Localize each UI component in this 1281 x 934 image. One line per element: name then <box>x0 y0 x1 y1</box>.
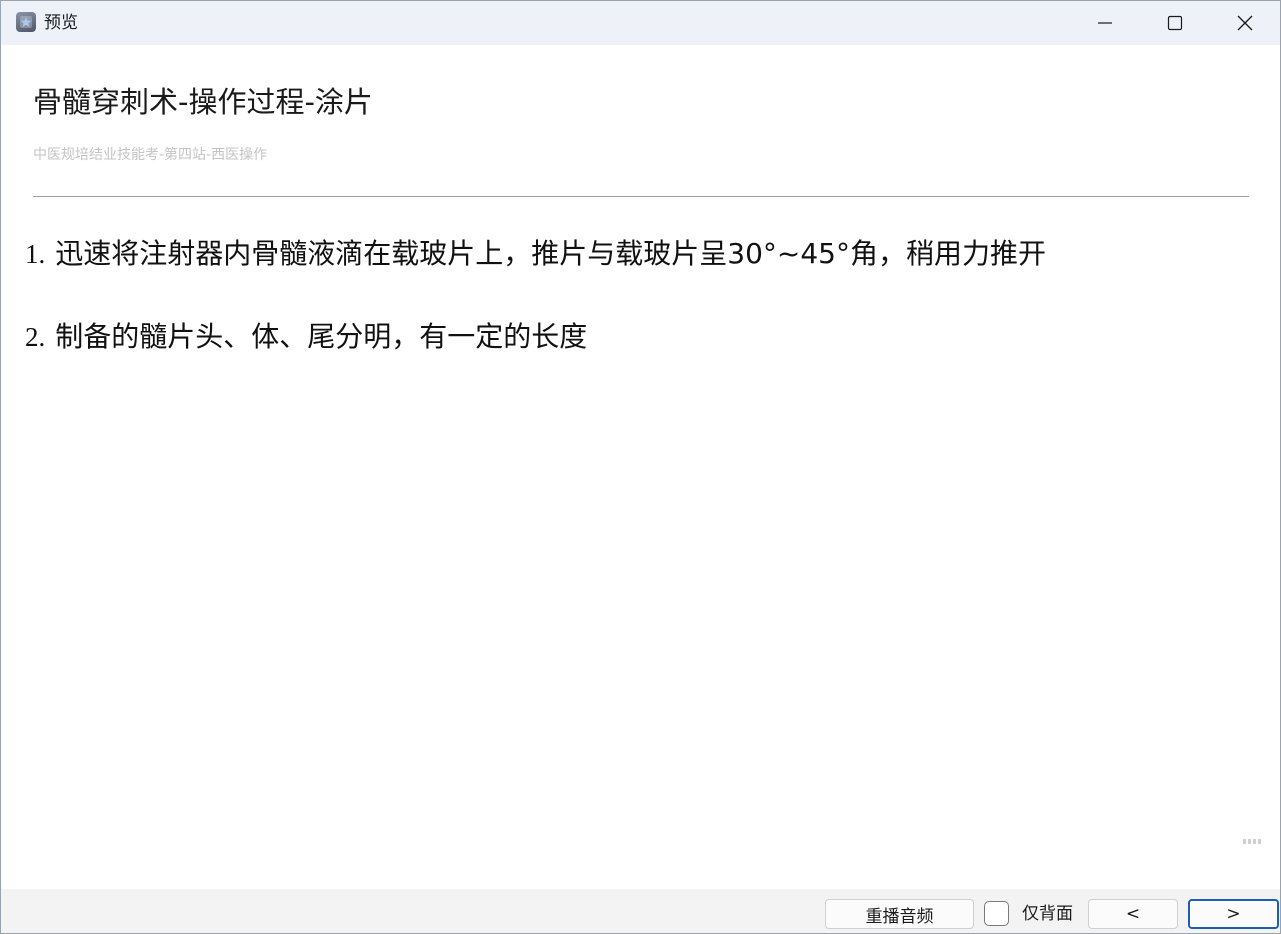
maximize-button[interactable] <box>1140 1 1210 45</box>
next-button[interactable]: > <box>1188 899 1279 929</box>
step-text: 迅速将注射器内骨髓液滴在载玻片上，推片与载玻片呈30°~45°角，稍用力推开 <box>55 237 1046 270</box>
back-only-label[interactable]: 仅背面 <box>1022 903 1073 925</box>
minimize-button[interactable] <box>1070 1 1140 45</box>
step-number: 1. <box>25 239 46 269</box>
replay-audio-button[interactable]: 重播音频 <box>825 899 974 929</box>
document-subtitle: 中医规培结业技能考-第四站-西医操作 <box>33 147 268 163</box>
app-icon <box>16 12 36 32</box>
title-bar[interactable]: 预览 <box>1 1 1280 45</box>
step-text: 制备的髓片头、体、尾分明，有一定的长度 <box>55 320 588 353</box>
bottom-toolbar: 重播音频 仅背面 < > <box>1 889 1280 933</box>
close-icon <box>1237 15 1253 31</box>
back-only-checkbox[interactable] <box>984 901 1009 926</box>
document-title: 骨髓穿刺术-操作过程-涂片 <box>33 85 373 119</box>
close-button[interactable] <box>1210 1 1280 45</box>
resize-grip-icon[interactable] <box>1243 837 1267 845</box>
title-divider <box>33 196 1249 197</box>
maximize-icon <box>1167 15 1183 31</box>
previous-button[interactable]: < <box>1088 899 1178 929</box>
preview-window: 预览 骨髓穿刺术-操作过程-涂片 中医规培结业技能考-第四站-西医操作 1. 迅速… <box>0 0 1281 934</box>
step-item: 2. 制备的髓片头、体、尾分明，有一定的长度 <box>25 317 587 357</box>
window-title: 预览 <box>44 13 78 33</box>
step-number: 2. <box>25 322 46 352</box>
minimize-icon <box>1098 22 1112 24</box>
step-item: 1. 迅速将注射器内骨髓液滴在载玻片上，推片与载玻片呈30°~45°角，稍用力推开 <box>25 234 1046 274</box>
